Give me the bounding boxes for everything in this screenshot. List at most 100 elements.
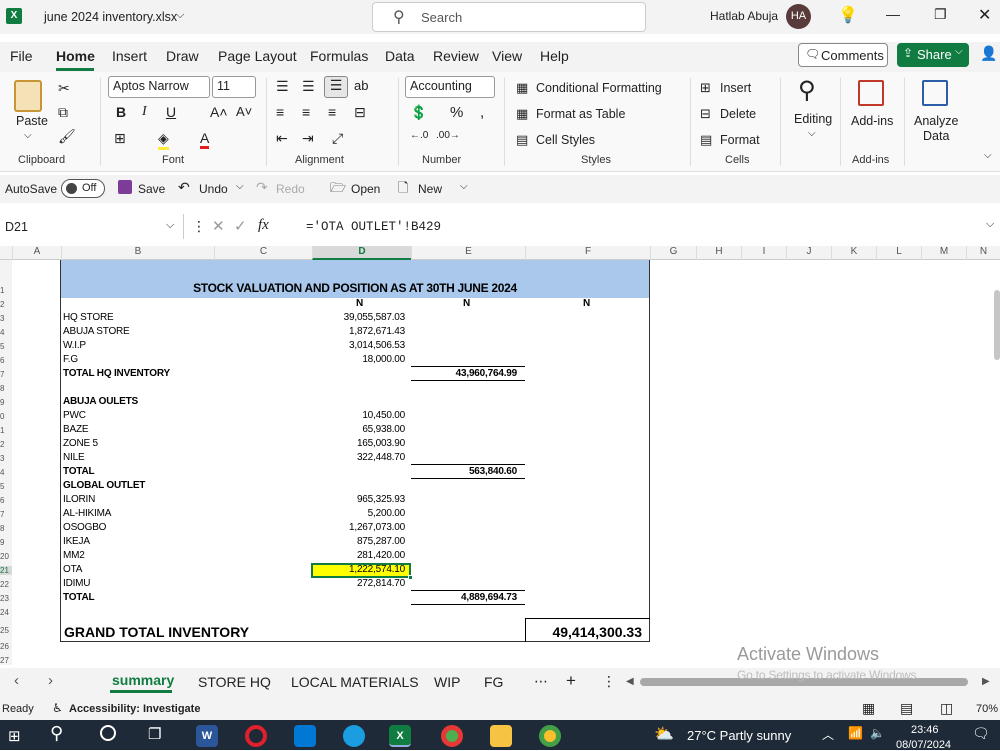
align-middle-icon[interactable]: ☰ [302,78,315,95]
name-box[interactable]: D21 ⌵ [0,214,184,239]
value-d[interactable]: 5,200.00 [312,508,406,519]
windows-start-icon[interactable]: ⊞ [8,727,21,745]
column-header[interactable]: E [411,246,525,260]
italic-icon[interactable]: I [142,104,147,120]
comma-style-icon[interactable]: , [480,104,484,121]
editing-button[interactable]: Editing [794,112,832,126]
row-number[interactable]: 0 [0,412,12,421]
normal-view-icon[interactable]: ▦ [862,700,875,717]
chevron-down-icon[interactable]: ⌵ [176,9,184,22]
value-d[interactable]: 1,872,671.43 [312,326,405,337]
value-d[interactable]: 1,267,073.00 [312,522,405,533]
share-button[interactable]: ⇪ Share ⌵ [897,43,969,67]
row-label[interactable]: BAZE [63,424,89,435]
value-d[interactable]: 875,287.00 [312,536,405,547]
cut-icon[interactable]: ✂ [58,80,70,97]
value-e[interactable]: 43,960,764.99 [412,368,518,379]
increase-decimal-icon[interactable]: ←.0 [410,130,428,141]
row-number[interactable]: 23 [0,594,12,603]
value-d[interactable]: 1,222,574.10 [312,564,405,575]
task-view-icon[interactable]: ❐ [148,725,161,743]
row-label[interactable]: ILORIN [63,494,95,505]
clock-date[interactable]: 08/07/2024 [896,739,951,751]
tab-formulas[interactable]: Formulas [310,48,368,64]
vertical-scrollbar[interactable] [994,290,1000,360]
align-right-icon[interactable]: ≡ [328,104,336,120]
zoom-level[interactable]: 70% [976,703,998,715]
sheet-tab-summary[interactable]: summary [112,672,174,688]
expand-formula-icon[interactable]: ⌵ [986,218,994,231]
column-header[interactable]: A [12,246,61,260]
wrap-text-icon[interactable]: ab [354,78,368,93]
edge-icon[interactable] [343,725,365,747]
row-label[interactable]: TOTAL HQ INVENTORY [63,368,170,379]
row-number[interactable]: 9 [0,398,12,407]
tab-page-layout[interactable]: Page Layout [218,48,297,64]
row-number[interactable]: 8 [0,524,12,533]
sheet-tab-local-materials[interactable]: LOCAL MATERIALS [291,674,419,690]
value-d[interactable]: 165,003.90 [312,438,405,449]
customize-qat-icon[interactable]: ⌵ [460,181,468,192]
scroll-right-icon[interactable]: ▶ [982,676,990,687]
autosave-toggle[interactable]: Off [61,179,105,198]
percent-icon[interactable]: % [450,104,463,121]
comments-button[interactable]: 🗨 Comments [798,43,888,67]
row-number[interactable]: 26 [0,642,12,651]
row-number[interactable]: 8 [0,384,12,393]
row-label[interactable]: AL-HIKIMA [63,508,111,519]
row-number[interactable]: 1 [0,286,12,295]
row-label[interactable]: NILE [63,452,85,463]
formula-input[interactable]: ='OTA OUTLET'!B429 [306,220,441,234]
row-label[interactable]: OTA [63,564,82,575]
conditional-formatting-button[interactable]: Conditional Formatting [536,81,662,95]
value-e[interactable]: 4,889,694.73 [412,592,517,603]
scroll-right-icon[interactable]: › [48,672,53,689]
tab-data[interactable]: Data [385,48,415,64]
sheet-grid[interactable]: STOCK VALUATION AND POSITION AS AT 30TH … [12,260,1000,665]
cortana-icon[interactable] [100,725,116,741]
row-label[interactable]: IDIMU [63,578,91,589]
chevron-down-icon[interactable]: ⌵ [24,130,32,141]
save-button[interactable]: Save [138,182,165,196]
row-number[interactable]: 6 [0,496,12,505]
insert-function-icon[interactable]: fx [258,217,269,234]
row-label[interactable]: TOTAL [63,592,95,603]
column-header[interactable]: K [831,246,876,260]
column-header[interactable]: D [312,246,411,260]
column-header[interactable]: F [525,246,650,260]
analyze-data-button[interactable]: Analyze [914,114,958,128]
row-label[interactable]: ZONE 5 [63,438,98,449]
bold-icon[interactable]: B [116,104,126,120]
minimize-icon[interactable]: — [886,6,900,22]
column-header[interactable]: N [966,246,1000,260]
merge-center-icon[interactable]: ⊟ [354,104,366,121]
row-label[interactable]: ABUJA STORE [63,326,130,337]
row-number[interactable]: 27 [0,656,12,665]
avatar[interactable]: HA [786,4,811,29]
align-bottom-icon[interactable]: ☰ [324,76,348,98]
value-d[interactable]: 65,938.00 [312,424,405,435]
sheet-tab-wip[interactable]: WIP [434,674,460,690]
scroll-left-icon[interactable]: ‹ [14,672,19,689]
volume-icon[interactable]: 🔈 [870,726,885,740]
opera-icon[interactable] [245,725,267,747]
row-number[interactable]: 6 [0,356,12,365]
fill-color-icon[interactable]: ◈ [158,130,169,150]
row-label[interactable]: W.I.P [63,340,86,351]
font-size-select[interactable]: 11 [212,76,256,98]
tab-draw[interactable]: Draw [166,48,199,64]
row-number[interactable]: 21 [0,566,12,575]
chevron-up-icon[interactable]: ︿ [822,726,834,743]
column-header[interactable]: G [650,246,696,260]
add-sheet-icon[interactable]: + [566,671,576,691]
row-number[interactable]: 5 [0,482,12,491]
wifi-icon[interactable]: 📶 [848,726,863,740]
font-name-select[interactable]: Aptos Narrow [108,76,210,98]
restore-icon[interactable]: ❐ [934,6,947,23]
align-left-icon[interactable]: ≡ [276,104,284,120]
row-number[interactable]: 1 [0,426,12,435]
page-break-view-icon[interactable]: ◫ [940,700,953,717]
redo-button[interactable]: Redo [276,182,305,196]
column-header[interactable]: M [921,246,966,260]
row-number[interactable]: 5 [0,342,12,351]
